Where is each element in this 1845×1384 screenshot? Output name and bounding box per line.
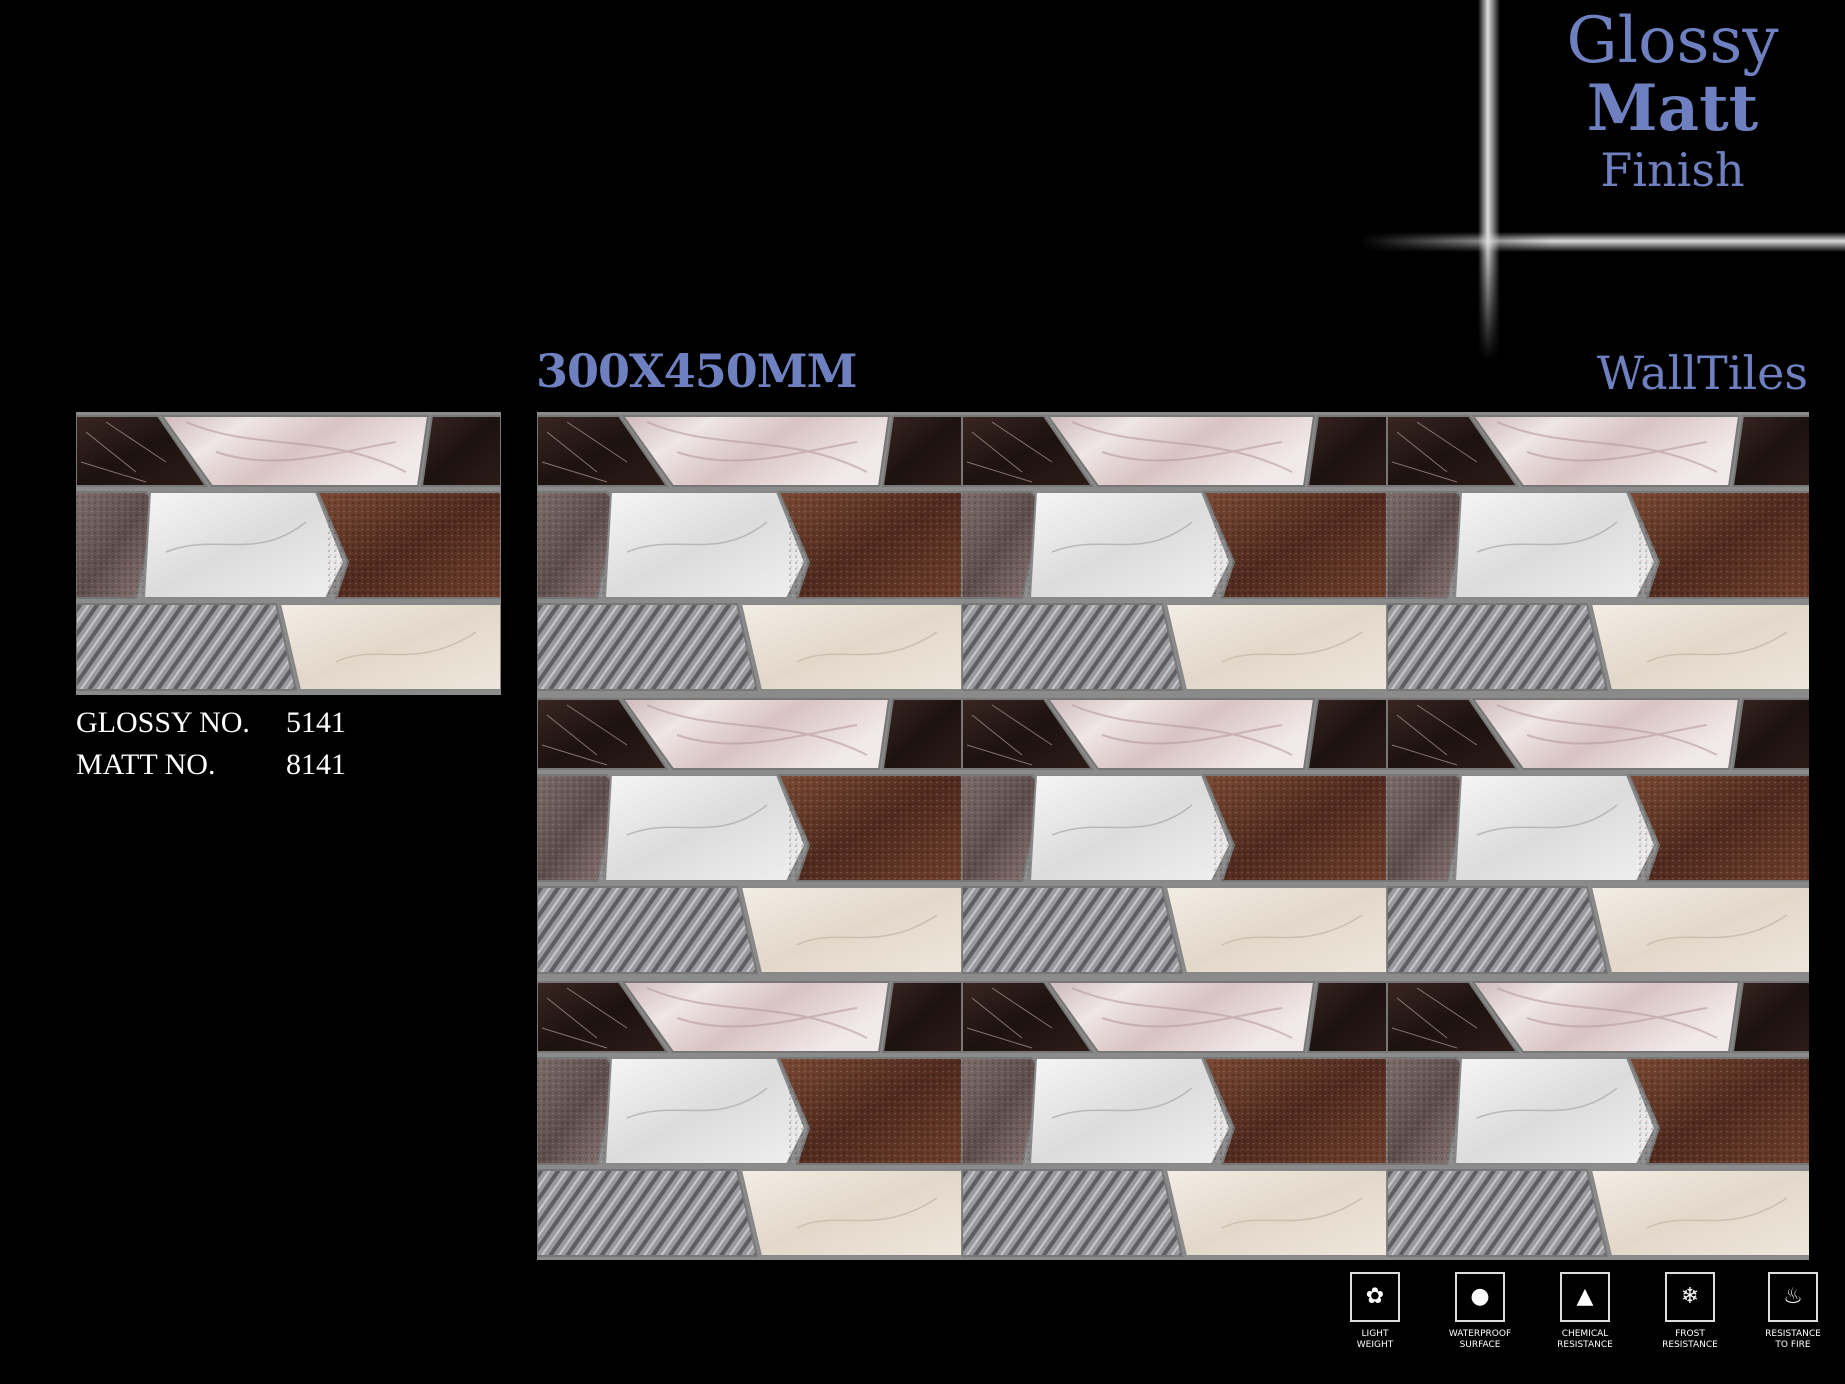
feature-caption-line1: LIGHT — [1361, 1329, 1389, 1339]
flame-icon: ♨ — [1768, 1272, 1818, 1322]
feature-caption-line2: WEIGHT — [1356, 1340, 1394, 1350]
product-category: WallTiles — [1596, 346, 1808, 400]
feature-caption-line2: TO FIRE — [1775, 1340, 1811, 1350]
feature-fire-resistance: ♨ RESISTANCE TO FIRE — [1748, 1272, 1838, 1351]
feature-icons: ✿ LIGHT WEIGHT ● WATERPROOF SURFACE ▲ CH… — [1330, 1272, 1830, 1372]
tile-size: 300X450MM — [536, 344, 858, 398]
wall-preview-image — [537, 412, 1809, 1260]
glossy-code-value: 5141 — [286, 706, 346, 739]
feature-light-weight: ✿ LIGHT WEIGHT — [1330, 1272, 1420, 1351]
feature-chemical-resistance: ▲ CHEMICAL RESISTANCE — [1540, 1272, 1630, 1351]
tile-sample-image — [76, 412, 501, 695]
product-codes: GLOSSY NO. 5141 MATT NO. 8141 — [76, 702, 346, 786]
feature-waterproof: ● WATERPROOF SURFACE — [1435, 1272, 1525, 1351]
tile-sample-pattern — [76, 412, 501, 695]
finish-matt: Matt — [1586, 71, 1759, 147]
glossy-code-row: GLOSSY NO. 5141 — [76, 702, 346, 744]
feature-caption-line1: RESISTANCE — [1765, 1329, 1821, 1339]
finish-title: Glossy Matt Finish — [1520, 4, 1825, 198]
feature-caption-line1: WATERPROOF — [1448, 1329, 1512, 1339]
snowflake-icon: ❄ — [1665, 1272, 1715, 1322]
matt-code-value: 8141 — [286, 748, 346, 781]
wall-preview-pattern — [537, 412, 1809, 1260]
flask-icon: ▲ — [1560, 1272, 1610, 1322]
finish-word: Finish — [1600, 143, 1745, 198]
feature-frost-resistance: ❄ FROST RESISTANCE — [1645, 1272, 1735, 1351]
glossy-code-label: GLOSSY NO. — [76, 706, 250, 739]
matt-code-row: MATT NO. 8141 — [76, 744, 346, 786]
feather-icon: ✿ — [1350, 1272, 1400, 1322]
feature-caption-line1: CHEMICAL — [1561, 1329, 1609, 1339]
feature-caption-line2: SURFACE — [1459, 1340, 1501, 1350]
light-streak-horizontal — [1360, 232, 1845, 252]
feature-caption-line2: RESISTANCE — [1662, 1340, 1718, 1350]
finish-glossy: Glossy — [1566, 4, 1779, 78]
water-drop-icon: ● — [1455, 1272, 1505, 1322]
light-streak-vertical — [1478, 0, 1500, 360]
matt-code-label: MATT NO. — [76, 748, 216, 781]
feature-caption-line1: FROST — [1675, 1329, 1705, 1339]
feature-caption-line2: RESISTANCE — [1557, 1340, 1613, 1350]
